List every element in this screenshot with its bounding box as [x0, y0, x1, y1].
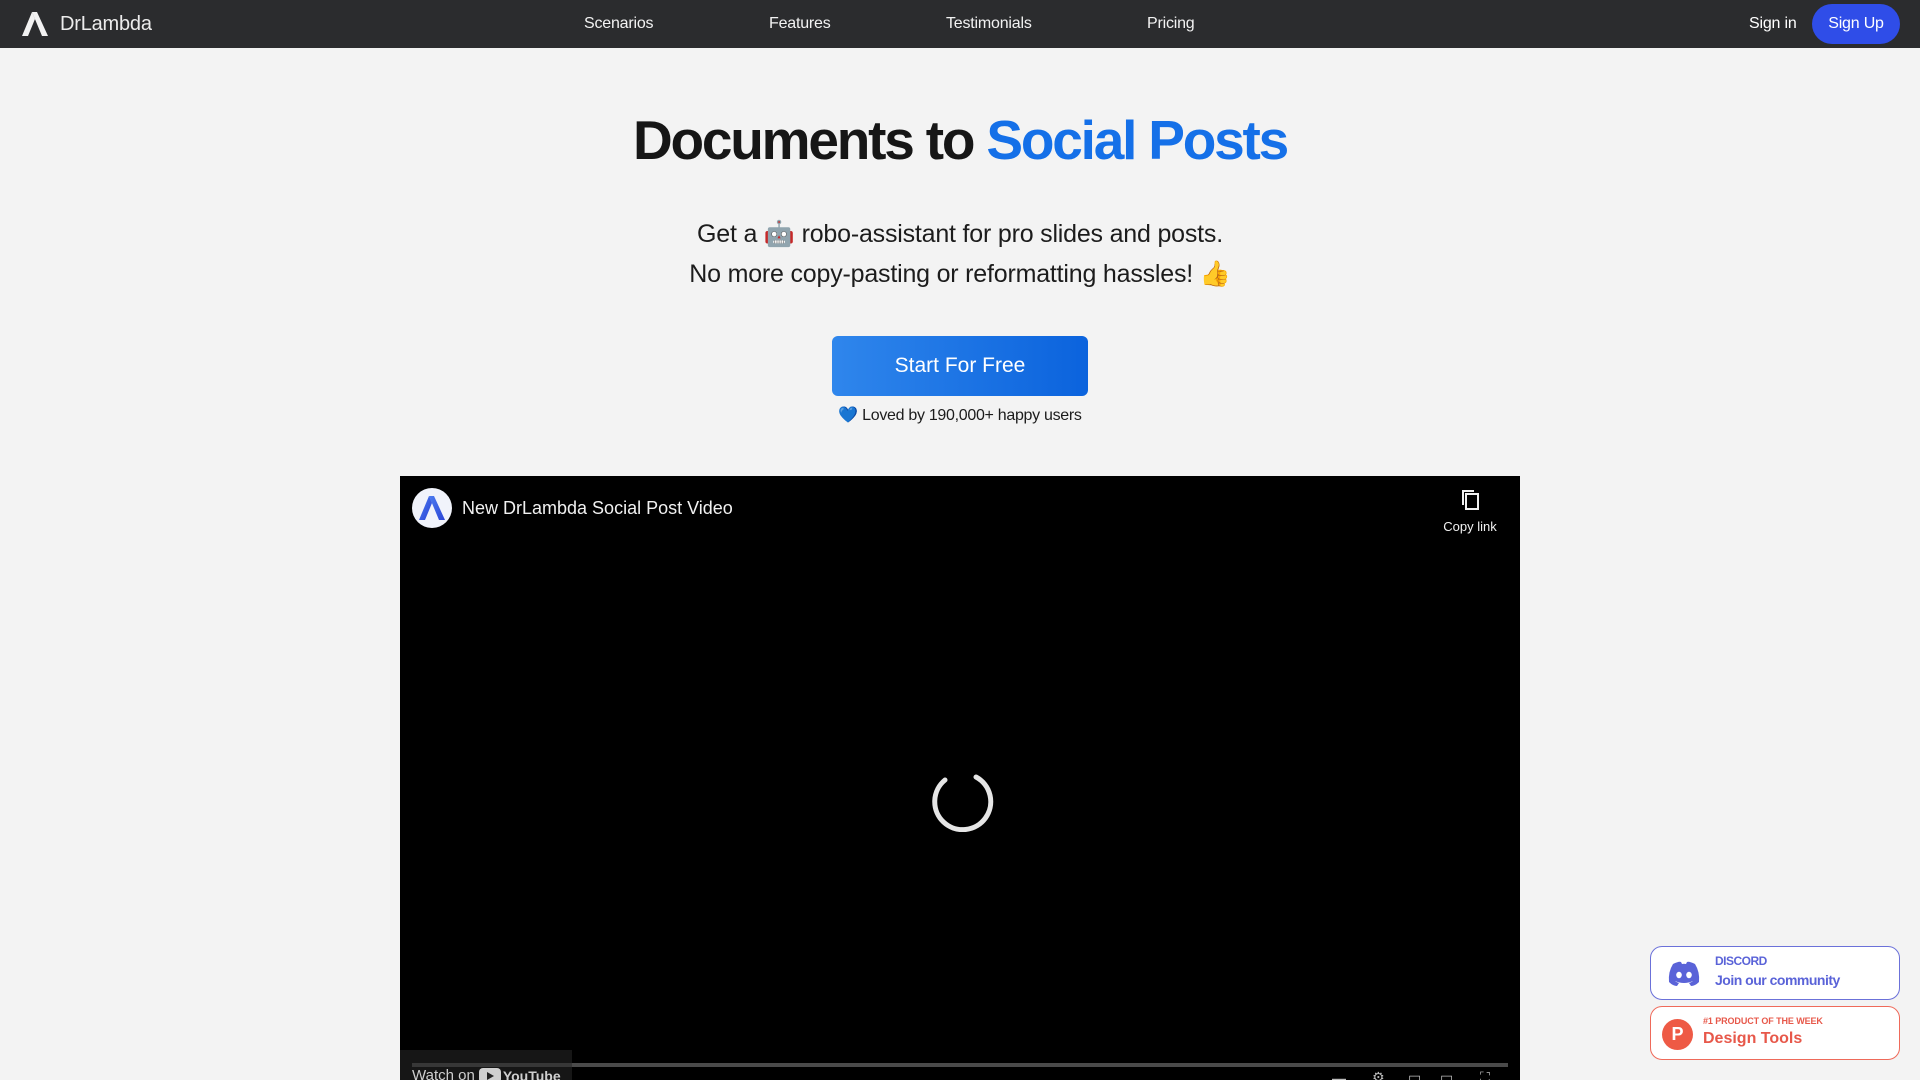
sign-up-button[interactable]: Sign Up: [1812, 4, 1900, 44]
watch-on-label: Watch on: [412, 1067, 475, 1080]
copy-link-label: Copy link: [1443, 519, 1497, 534]
discord-cta: Join our community: [1715, 972, 1840, 988]
discord-community-badge[interactable]: DISCORD Join our community: [1650, 946, 1900, 1000]
youtube-play-icon: [478, 1068, 501, 1080]
hero-title-main: Documents to: [632, 109, 975, 171]
product-hunt-rank: #1 PRODUCT OF THE WEEK: [1703, 1016, 1823, 1026]
nav-link-scenarios[interactable]: Scenarios: [584, 0, 654, 48]
sign-in-link[interactable]: Sign in: [1749, 0, 1797, 48]
start-for-free-button[interactable]: Start For Free: [832, 336, 1088, 396]
drlambda-channel-logo-icon: [419, 496, 445, 520]
settings-gear-icon[interactable]: ⚙: [1372, 1069, 1385, 1080]
nav-link-pricing[interactable]: Pricing: [1147, 0, 1195, 48]
miniplayer-icon[interactable]: ▭: [1408, 1069, 1421, 1080]
hero-subtitle-line1: Get a 🤖 robo-assistant for pro slides an…: [697, 220, 1223, 248]
nav-link-features[interactable]: Features: [769, 0, 831, 48]
video-title[interactable]: New DrLambda Social Post Video: [462, 498, 733, 519]
watch-on-youtube-link[interactable]: Watch on YouTube: [412, 1067, 561, 1080]
youtube-logo: YouTube: [478, 1067, 561, 1080]
theater-mode-icon[interactable]: ▭: [1440, 1069, 1453, 1080]
nav-link-testimonials[interactable]: Testimonials: [946, 0, 1032, 48]
copy-icon: [1462, 490, 1479, 510]
hero-subtitle-line2: No more copy-pasting or reformatting has…: [689, 260, 1231, 288]
social-proof: 💙 Loved by 190,000+ happy users: [0, 405, 1920, 425]
product-hunt-icon: P: [1662, 1019, 1693, 1050]
fullscreen-icon[interactable]: ⛶: [1480, 1069, 1490, 1080]
brand-name: DrLambda: [60, 12, 152, 35]
subtitles-icon[interactable]: ▬: [1332, 1070, 1346, 1080]
youtube-video-embed[interactable]: New DrLambda Social Post Video Copy link…: [400, 476, 1520, 1080]
video-progress-bar[interactable]: [412, 1063, 1508, 1067]
discord-label: DISCORD: [1715, 954, 1767, 968]
channel-avatar[interactable]: [412, 488, 452, 528]
social-proof-text: Loved by 190,000+ happy users: [862, 407, 1082, 424]
product-hunt-category: Design Tools: [1703, 1030, 1803, 1047]
drlambda-logo-icon: [22, 12, 48, 36]
hero-title-accent: Social Posts: [986, 109, 1289, 171]
loading-spinner-icon: [932, 774, 994, 832]
youtube-wordmark: YouTube: [502, 1067, 561, 1080]
product-hunt-badge[interactable]: P #1 PRODUCT OF THE WEEK Design Tools: [1650, 1006, 1900, 1060]
top-nav: DrLambda Scenarios Features Testimonials…: [0, 0, 1920, 48]
hero-title: Documents to Social Posts: [0, 108, 1920, 172]
copy-link-button[interactable]: Copy link: [1440, 488, 1500, 536]
blue-heart-icon: 💙: [838, 407, 858, 424]
discord-icon: [1668, 961, 1700, 986]
brand-logo-link[interactable]: DrLambda: [22, 0, 152, 48]
